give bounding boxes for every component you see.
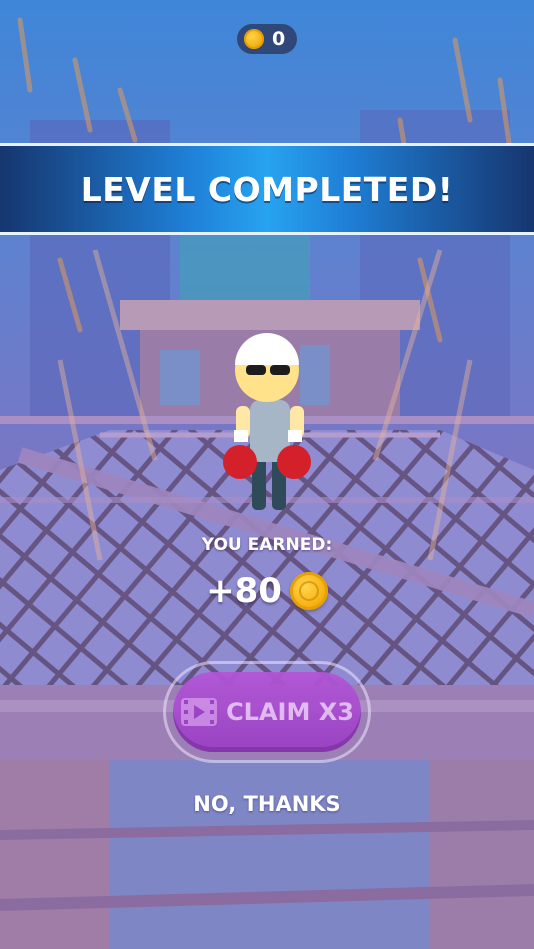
coin-icon	[289, 572, 328, 610]
coin-icon	[244, 29, 264, 49]
earned-amount-row: +80	[0, 568, 534, 614]
claim-x3-button[interactable]: CLAIM X3	[173, 672, 361, 752]
earned-amount: +80	[206, 571, 282, 611]
claim-button-label: CLAIM X3	[226, 698, 354, 726]
coin-count: 0	[272, 28, 286, 50]
claim-button-outline: CLAIM X3	[163, 661, 371, 763]
earned-label: YOU EARNED:	[201, 535, 333, 555]
video-icon	[180, 697, 218, 727]
coin-counter: 0	[237, 24, 297, 54]
no-thanks-button[interactable]: NO, THANKS	[0, 792, 534, 816]
level-completed-banner: LEVEL COMPLETED!	[0, 143, 534, 235]
banner-title: LEVEL COMPLETED!	[80, 169, 454, 209]
